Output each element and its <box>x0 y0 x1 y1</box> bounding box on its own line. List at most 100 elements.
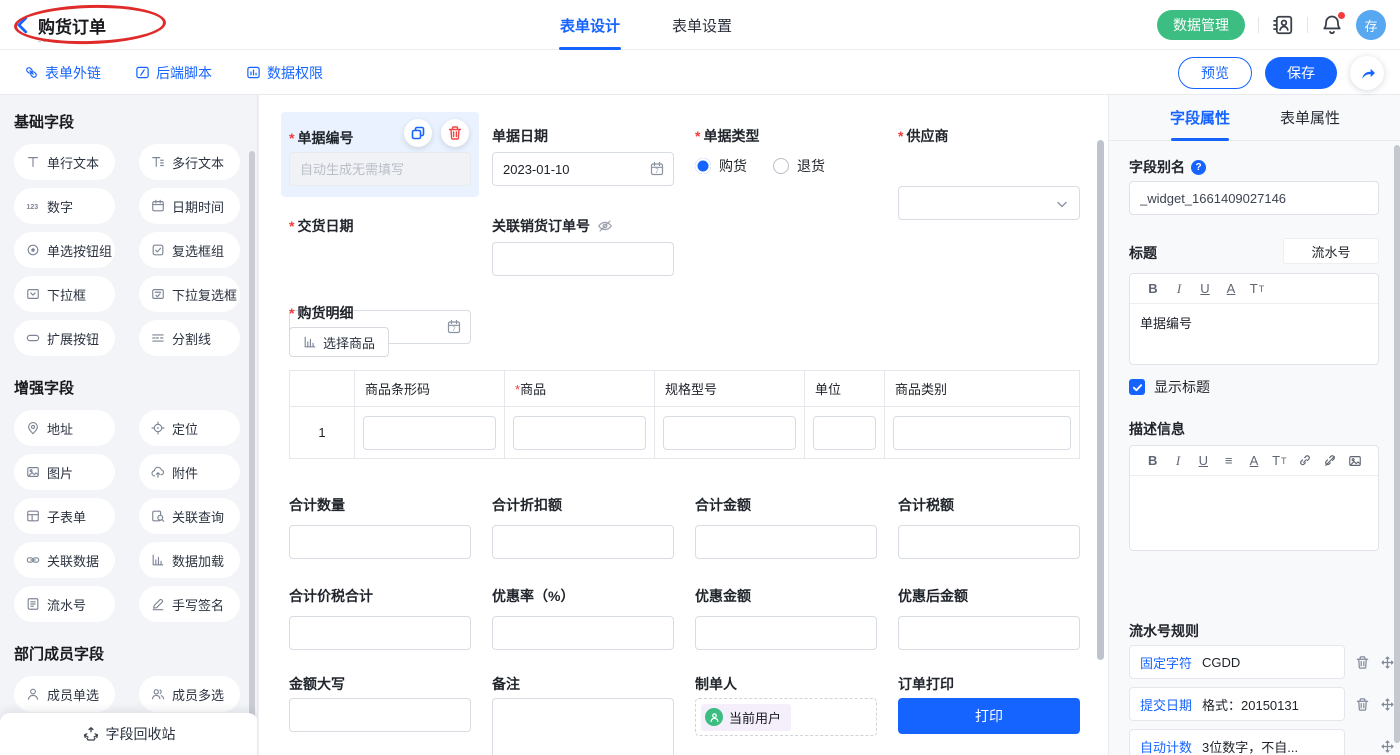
underline-icon[interactable]: U <box>1191 450 1216 472</box>
tab-field-properties[interactable]: 字段属性 <box>1170 95 1230 141</box>
bold-icon[interactable]: B <box>1140 278 1166 300</box>
sidebar-item[interactable]: 数据加载 <box>139 542 240 578</box>
sidebar-item[interactable]: 多行文本 <box>139 144 240 180</box>
panel-scrollbar[interactable] <box>1394 145 1400 743</box>
font-color-icon[interactable]: A <box>1241 450 1266 472</box>
sidebar-item[interactable]: 手写签名 <box>139 586 240 622</box>
sidebar-item[interactable]: 扩展按钮 <box>14 320 115 356</box>
print-button[interactable]: 打印 <box>898 698 1080 734</box>
save-button[interactable]: 保存 <box>1265 57 1337 89</box>
move-icon[interactable] <box>1380 739 1395 754</box>
calendar-icon[interactable]: 7 <box>446 319 462 335</box>
insert-image-icon[interactable] <box>1343 450 1368 472</box>
table-cell-input[interactable] <box>893 416 1071 450</box>
trash-small-icon[interactable] <box>1355 655 1370 670</box>
sidebar-item[interactable]: 图片 <box>14 454 115 490</box>
total-field[interactable]: 合计价税合计 <box>289 586 471 650</box>
table-cell-input[interactable] <box>813 416 876 450</box>
share-button[interactable] <box>1350 56 1384 90</box>
move-icon[interactable] <box>1380 655 1395 670</box>
total-field[interactable]: 合计金额 <box>695 495 877 559</box>
toolbar-link[interactable]: 后端脚本 <box>135 50 212 95</box>
doc-date-input[interactable] <box>492 152 674 186</box>
serial-rule-box[interactable]: 提交日期格式：20150131 <box>1129 687 1345 721</box>
sidebar-item[interactable]: 流水号 <box>14 586 115 622</box>
total-input[interactable] <box>695 525 877 559</box>
total-input[interactable] <box>695 616 877 650</box>
sidebar-scrollbar[interactable] <box>249 151 255 751</box>
radio-option[interactable]: 退货 <box>773 156 825 176</box>
total-input[interactable] <box>289 616 471 650</box>
table-cell-input[interactable] <box>363 416 496 450</box>
page-title[interactable]: 购货订单 <box>38 13 106 42</box>
maker-field[interactable]: 当前用户 <box>695 698 877 736</box>
total-input[interactable] <box>289 525 471 559</box>
remark-textarea[interactable] <box>492 698 674 755</box>
remove-link-icon[interactable] <box>1317 450 1342 472</box>
sidebar-item[interactable]: 关联查询 <box>139 498 240 534</box>
underline-icon[interactable]: U <box>1192 278 1218 300</box>
back-icon[interactable] <box>12 14 34 36</box>
italic-icon[interactable]: I <box>1165 450 1190 472</box>
font-size-icon[interactable]: TT <box>1244 278 1270 300</box>
sidebar-item[interactable]: 单选按钮组 <box>14 232 115 268</box>
contacts-icon[interactable] <box>1272 14 1294 36</box>
field-recycle-bin[interactable]: 字段回收站 <box>0 713 258 755</box>
serial-rule-box[interactable]: 自动计数3位数字，不自... <box>1129 729 1345 755</box>
current-user-tag[interactable]: 当前用户 <box>701 704 791 731</box>
total-input[interactable] <box>898 525 1080 559</box>
total-input[interactable] <box>492 616 674 650</box>
table-cell-input[interactable] <box>513 416 646 450</box>
doc-no-input[interactable] <box>289 152 471 186</box>
sidebar-item[interactable]: 子表单 <box>14 498 115 534</box>
calendar-icon[interactable]: 7 <box>649 161 665 177</box>
avatar[interactable]: 存 <box>1356 10 1386 40</box>
sidebar-item[interactable]: 日期时间 <box>139 188 240 224</box>
sidebar-item[interactable]: 关联数据 <box>14 542 115 578</box>
amount-words-input[interactable] <box>289 698 471 732</box>
sidebar-item[interactable]: 成员单选 <box>14 676 115 712</box>
tab-form-properties[interactable]: 表单属性 <box>1280 95 1340 141</box>
serial-rule-box[interactable]: 固定字符CGDD <box>1129 645 1345 679</box>
trash-small-icon[interactable] <box>1355 697 1370 712</box>
total-field[interactable]: 合计数量 <box>289 495 471 559</box>
preview-button[interactable]: 预览 <box>1178 57 1252 89</box>
italic-icon[interactable]: I <box>1166 278 1192 300</box>
sidebar-item[interactable]: 附件 <box>139 454 240 490</box>
delete-field-button[interactable] <box>441 119 469 147</box>
toolbar-link[interactable]: 数据权限 <box>246 50 323 95</box>
canvas-scrollbar[interactable] <box>1097 140 1104 660</box>
tab-form-design[interactable]: 表单设计 <box>560 0 620 50</box>
toolbar-link[interactable]: 表单外链 <box>24 50 101 95</box>
total-field[interactable]: 优惠金额 <box>695 586 877 650</box>
bold-icon[interactable]: B <box>1140 450 1165 472</box>
move-icon[interactable] <box>1380 697 1395 712</box>
select-product-button[interactable]: 选择商品 <box>289 327 389 357</box>
total-field[interactable]: 优惠后金额 <box>898 586 1080 650</box>
sidebar-item[interactable]: 复选框组 <box>139 232 240 268</box>
font-color-icon[interactable]: A <box>1218 278 1244 300</box>
bell-icon[interactable] <box>1321 14 1343 36</box>
insert-link-icon[interactable] <box>1292 450 1317 472</box>
total-field[interactable]: 合计税额 <box>898 495 1080 559</box>
total-field[interactable]: 优惠率（%） <box>492 586 674 650</box>
tab-form-settings[interactable]: 表单设置 <box>672 0 732 50</box>
field-alias-input[interactable] <box>1129 181 1379 215</box>
desc-editor-content[interactable] <box>1130 476 1378 494</box>
sidebar-item[interactable]: 单行文本 <box>14 144 115 180</box>
data-manage-button[interactable]: 数据管理 <box>1157 10 1245 40</box>
sidebar-item[interactable]: 下拉框 <box>14 276 115 312</box>
sidebar-item[interactable]: 下拉复选框 <box>139 276 240 312</box>
field-doc-no[interactable]: * 单据编号 <box>281 112 479 197</box>
related-sales-input[interactable] <box>492 242 674 276</box>
sidebar-item[interactable]: 地址 <box>14 410 115 446</box>
radio-icon[interactable] <box>773 158 789 174</box>
table-cell-input[interactable] <box>663 416 796 450</box>
supplier-select[interactable] <box>898 186 1080 220</box>
total-input[interactable] <box>492 525 674 559</box>
align-icon[interactable]: ≡ <box>1216 450 1241 472</box>
sidebar-item[interactable]: 123数字 <box>14 188 115 224</box>
sidebar-item[interactable]: 分割线 <box>139 320 240 356</box>
radio-option[interactable]: 购货 <box>695 156 747 176</box>
field-type-badge[interactable]: 流水号 <box>1283 238 1379 264</box>
